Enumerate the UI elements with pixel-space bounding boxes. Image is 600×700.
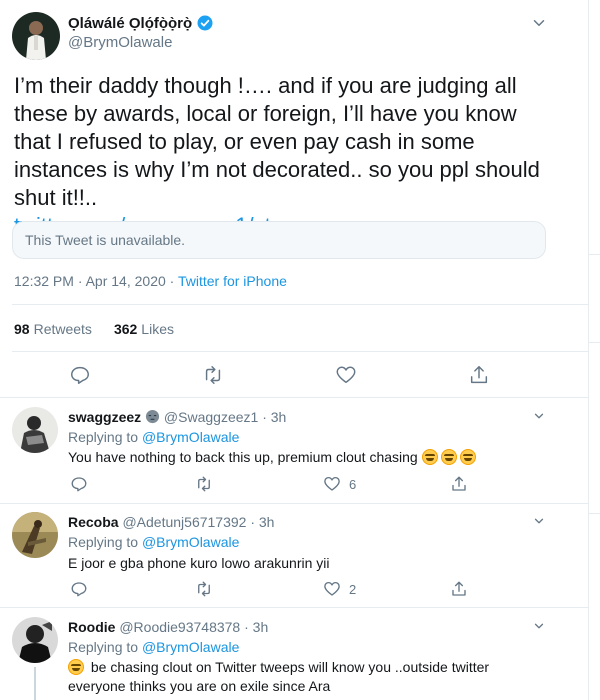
tweet-timestamp[interactable]: 12:32 PM · Apr 14, 2020 · xyxy=(14,273,178,289)
reply-tweet[interactable]: swaggzeez @Swaggzeez1 · 3h Replying to @… xyxy=(0,397,588,501)
share-icon[interactable] xyxy=(450,475,468,493)
reply-author-name[interactable]: Recoba xyxy=(68,514,119,530)
replying-prefix: Replying to xyxy=(68,429,139,445)
chevron-down-icon[interactable] xyxy=(532,619,546,633)
replying-mention[interactable]: @BrymOlawale xyxy=(142,429,239,445)
share-icon[interactable] xyxy=(450,580,468,598)
chevron-down-icon[interactable] xyxy=(530,14,548,32)
reply-time[interactable]: · 3h xyxy=(250,514,274,530)
reply-header: Recoba @Adetunj56717392 · 3h xyxy=(68,514,274,530)
reply-avatar[interactable] xyxy=(12,512,58,558)
thread-line xyxy=(34,667,36,700)
like-count: 2 xyxy=(349,582,357,597)
share-icon[interactable] xyxy=(468,364,490,386)
chevron-down-icon[interactable] xyxy=(532,514,546,528)
reply-icon[interactable] xyxy=(70,580,88,598)
reply-tweet[interactable]: Roodie @Roodie93748378 · 3h Replying to … xyxy=(0,607,588,700)
reply-tweet[interactable]: Recoba @Adetunj56717392 · 3h Replying to… xyxy=(0,503,588,607)
reply-avatar[interactable] xyxy=(12,407,58,453)
tweet-body: I’m their daddy though !…. and if you ar… xyxy=(14,73,540,210)
divider xyxy=(12,304,588,305)
reply-body: You have nothing to back this up, premiu… xyxy=(68,449,418,465)
divider xyxy=(12,351,588,352)
replying-mention[interactable]: @BrymOlawale xyxy=(142,639,239,655)
like-icon[interactable] xyxy=(323,475,341,493)
like-count: 6 xyxy=(349,477,357,492)
retweet-icon[interactable] xyxy=(202,364,224,386)
replying-mention[interactable]: @BrymOlawale xyxy=(142,534,239,550)
reply-header: swaggzeez @Swaggzeez1 · 3h xyxy=(68,409,286,425)
reply-author-handle[interactable]: @Adetunj56717392 xyxy=(122,514,246,530)
reply-body-line2: everyone thinks you are on exile since A… xyxy=(68,678,331,694)
laughing-emoji-icon xyxy=(421,449,438,465)
tweet-text: I’m their daddy though !…. and if you ar… xyxy=(14,72,554,240)
sidebar-divider xyxy=(588,513,600,514)
author-avatar[interactable] xyxy=(12,12,60,60)
replying-prefix: Replying to xyxy=(68,534,139,550)
reply-author-handle[interactable]: @Swaggzeez1 xyxy=(164,409,258,425)
replying-to: Replying to @BrymOlawale xyxy=(68,534,239,550)
retweets-count: 98 xyxy=(14,321,30,337)
author-handle[interactable]: @BrymOlawale xyxy=(68,34,172,51)
reply-author-handle[interactable]: @Roodie93748378 xyxy=(119,619,240,635)
reply-author-name[interactable]: swaggzeez xyxy=(68,409,141,425)
laughing-emoji-icon xyxy=(68,659,84,675)
likes-label: Likes xyxy=(141,321,174,337)
sleepy-face-icon xyxy=(145,409,160,424)
replying-to: Replying to @BrymOlawale xyxy=(68,429,239,445)
author-name-text[interactable]: Ọláwálé Ọlọ́fọ̀ọ̀rọ̀ xyxy=(68,15,192,32)
like-icon[interactable] xyxy=(323,580,341,598)
reply-time[interactable]: · 3h xyxy=(244,619,268,635)
tweet-meta: 12:32 PM · Apr 14, 2020 · Twitter for iP… xyxy=(14,273,287,289)
like-icon[interactable] xyxy=(335,364,357,386)
verified-badge-icon xyxy=(197,15,213,31)
retweets-label: Retweets xyxy=(33,321,92,337)
author-name[interactable]: Ọláwálé Ọlọ́fọ̀ọ̀rọ̀ xyxy=(68,14,214,32)
reply-icon[interactable] xyxy=(70,475,88,493)
quoted-tweet-unavailable[interactable]: This Tweet is unavailable. xyxy=(12,221,546,259)
tweet-detail: Ọláwálé Ọlọ́fọ̀ọ̀rọ̀ @BrymOlawale I’m th… xyxy=(0,0,588,700)
reply-text: be chasing clout on Twitter tweeps will … xyxy=(68,658,568,696)
likes-count: 362 xyxy=(113,321,138,337)
sidebar-border xyxy=(588,0,589,700)
chevron-down-icon[interactable] xyxy=(532,409,546,423)
reply-text: E joor e gba phone kuro lowo arakunrin y… xyxy=(68,555,330,571)
reply-avatar[interactable] xyxy=(12,617,58,663)
tweet-stats: 98 Retweets 362 Likes xyxy=(14,321,174,337)
likes-stat[interactable]: 362 Likes xyxy=(114,321,174,337)
reply-author-name[interactable]: Roodie xyxy=(68,619,115,635)
replying-to: Replying to @BrymOlawale xyxy=(68,639,239,655)
reply-text: You have nothing to back this up, premiu… xyxy=(68,448,568,467)
reply-body-line1: be chasing clout on Twitter tweeps will … xyxy=(90,659,490,675)
retweets-stat[interactable]: 98 Retweets xyxy=(14,321,92,337)
reply-icon[interactable] xyxy=(69,364,91,386)
retweet-icon[interactable] xyxy=(195,475,213,493)
reply-time[interactable]: · 3h xyxy=(262,409,286,425)
laughing-emoji-icon xyxy=(459,449,476,465)
tweet-actions xyxy=(0,364,588,388)
sidebar-divider xyxy=(588,254,600,255)
retweet-icon[interactable] xyxy=(195,580,213,598)
quote-unavailable-text: This Tweet is unavailable. xyxy=(25,232,186,248)
tweet-source[interactable]: Twitter for iPhone xyxy=(178,273,287,289)
replying-prefix: Replying to xyxy=(68,639,139,655)
laughing-emoji-icon xyxy=(440,449,457,465)
reply-header: Roodie @Roodie93748378 · 3h xyxy=(68,619,268,635)
sidebar-divider xyxy=(588,342,600,343)
